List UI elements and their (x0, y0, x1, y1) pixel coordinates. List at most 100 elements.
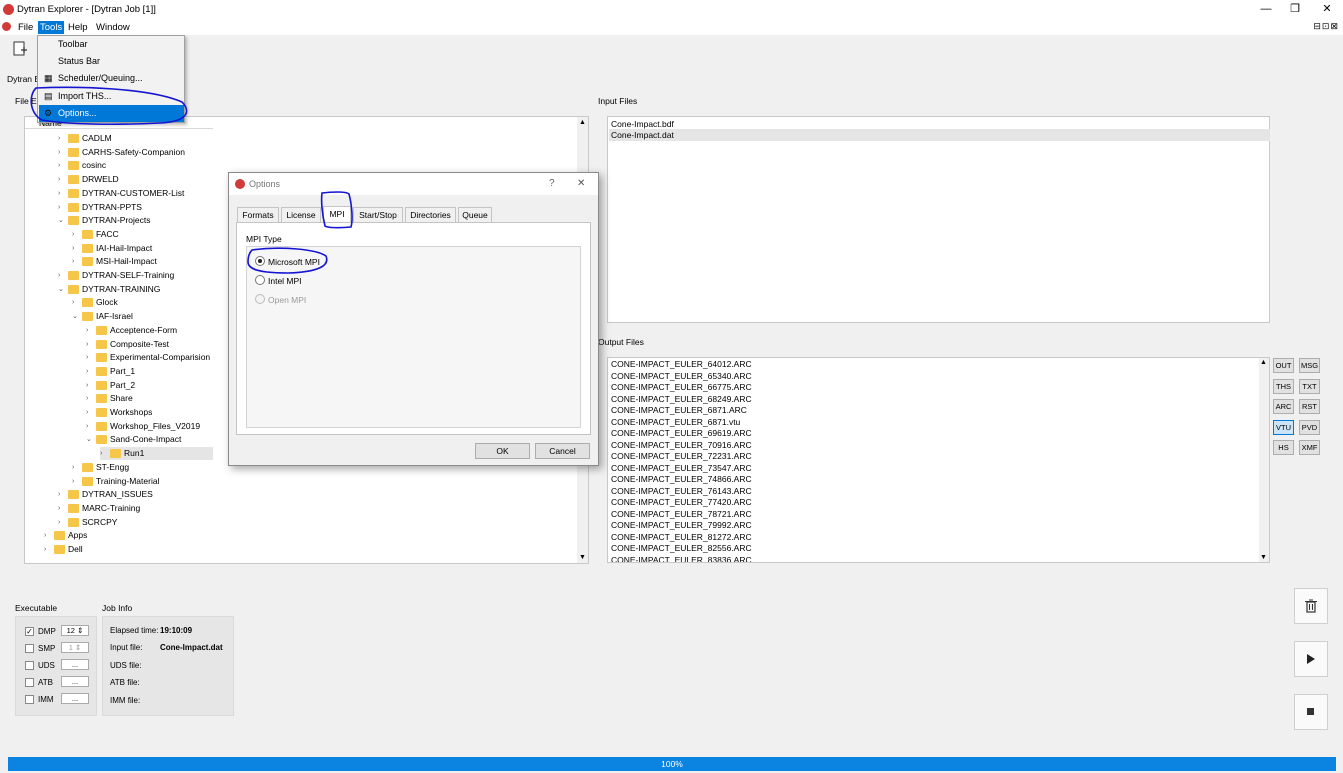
tree-item[interactable]: › Share (86, 392, 246, 405)
ok-button[interactable]: OK (475, 443, 530, 459)
tree-item[interactable]: › FACC (72, 228, 232, 241)
list-item[interactable]: CONE-IMPACT_EULER_79992.ARC (611, 520, 752, 532)
expand-arrow-icon[interactable]: › (72, 296, 80, 309)
smp-checkbox[interactable] (25, 644, 34, 653)
expand-arrow-icon[interactable]: › (86, 338, 94, 351)
filter-arc-button[interactable]: ARC (1273, 399, 1294, 414)
list-item[interactable]: CONE-IMPACT_EULER_65340.ARC (611, 371, 752, 383)
expand-arrow-icon[interactable]: › (86, 351, 94, 364)
scroll-up-icon[interactable]: ▲ (1260, 359, 1267, 366)
expand-arrow-icon[interactable]: › (58, 488, 66, 501)
filter-vtu-button[interactable]: VTU (1273, 419, 1294, 435)
list-item[interactable]: CONE-IMPACT_EULER_77420.ARC (611, 497, 752, 509)
list-item[interactable]: CONE-IMPACT_EULER_6871.vtu (611, 417, 740, 429)
tab-queue[interactable]: Queue (458, 207, 492, 222)
dmp-checkbox[interactable]: ✓ (25, 627, 34, 636)
expand-arrow-icon[interactable]: › (86, 392, 94, 405)
list-item[interactable]: CONE-IMPACT_EULER_78721.ARC (611, 509, 752, 521)
filter-out-button[interactable]: OUT (1273, 358, 1294, 373)
help-button[interactable]: ? (549, 178, 555, 189)
tree-item[interactable]: › Workshop_Files_V2019 (86, 420, 246, 433)
open-mpi-label[interactable]: Open MPI (268, 295, 306, 305)
menu-file[interactable]: File (16, 21, 35, 34)
expand-arrow-icon[interactable]: ⌄ (86, 433, 94, 446)
run-button[interactable] (1294, 641, 1328, 677)
expand-arrow-icon[interactable]: › (58, 159, 66, 172)
input-files-list[interactable]: Cone-Impact.bdf Cone-Impact.dat (607, 116, 1270, 323)
menu-item-options[interactable]: ⚙ Options... (39, 105, 184, 122)
filter-ths-button[interactable]: THS (1273, 378, 1294, 394)
tree-item[interactable]: ⌄ DYTRAN-TRAINING (58, 283, 218, 296)
expand-arrow-icon[interactable]: › (86, 324, 94, 337)
expand-arrow-icon[interactable]: › (44, 529, 52, 542)
tree-item[interactable]: › Training-Material (72, 475, 232, 488)
close-button[interactable]: ✕ (1317, 3, 1337, 17)
tree-item[interactable]: › MARC-Training (58, 502, 218, 515)
tree-item[interactable]: › Glock (72, 296, 232, 309)
tree-item[interactable]: ⌄ IAF-Israel (72, 310, 232, 323)
menu-window[interactable]: Window (94, 21, 132, 34)
atb-checkbox[interactable] (25, 678, 34, 687)
tree-item[interactable]: › DYTRAN_ISSUES (58, 488, 218, 501)
filter-xmf-button[interactable]: XMF (1299, 440, 1320, 455)
scroll-down-icon[interactable]: ▼ (579, 554, 586, 561)
list-item[interactable]: CONE-IMPACT_EULER_73547.ARC (611, 463, 752, 475)
new-job-icon[interactable] (12, 41, 28, 57)
uds-checkbox[interactable] (25, 661, 34, 670)
expand-arrow-icon[interactable]: › (72, 255, 80, 268)
tree-item[interactable]: › Apps (44, 529, 204, 542)
list-item[interactable]: CONE-IMPACT_EULER_76143.ARC (611, 486, 752, 498)
tree-item[interactable]: › Part_2 (86, 379, 246, 392)
list-item[interactable]: CONE-IMPACT_EULER_70916.ARC (611, 440, 752, 452)
dialog-close-button[interactable]: ✕ (577, 178, 585, 189)
tree-item[interactable]: › Part_1 (86, 365, 246, 378)
menu-item-toolbar[interactable]: Toolbar (39, 36, 184, 53)
microsoft-mpi-label[interactable]: Microsoft MPI (268, 257, 320, 267)
filter-pvd-button[interactable]: PVD (1299, 419, 1320, 435)
expand-arrow-icon[interactable]: › (72, 461, 80, 474)
restore-button[interactable]: ❐ (1285, 3, 1305, 17)
expand-arrow-icon[interactable]: ⌄ (58, 214, 66, 227)
expand-arrow-icon[interactable]: › (72, 228, 80, 241)
tab-start-stop[interactable]: Start/Stop (353, 207, 403, 222)
dmp-spinbox[interactable]: 12 ⇕ (61, 625, 89, 636)
expand-arrow-icon[interactable]: › (72, 242, 80, 255)
filter-msg-button[interactable]: MSG (1299, 358, 1320, 373)
list-item[interactable]: Cone-Impact.dat (609, 129, 1270, 141)
mdi-controls[interactable]: ⊟⊡⊠ (1313, 21, 1339, 32)
tab-formats[interactable]: Formats (237, 207, 279, 222)
list-item[interactable]: CONE-IMPACT_EULER_83836.ARC (611, 555, 752, 563)
microsoft-mpi-radio[interactable] (255, 256, 265, 266)
tree-item[interactable]: › DYTRAN-PPTS (58, 201, 218, 214)
minimize-button[interactable]: — (1256, 3, 1276, 17)
list-item[interactable]: CONE-IMPACT_EULER_66775.ARC (611, 382, 752, 394)
tree-item[interactable]: › cosinc (58, 159, 218, 172)
tree-item[interactable]: › Workshops (86, 406, 246, 419)
tab-license[interactable]: License (281, 207, 321, 222)
scroll-up-icon[interactable]: ▲ (579, 119, 586, 126)
intel-mpi-radio[interactable] (255, 275, 265, 285)
tree-item[interactable]: ⌄ DYTRAN-Projects (58, 214, 218, 227)
open-mpi-radio[interactable] (255, 294, 265, 304)
uds-browse-button[interactable]: ... (61, 659, 89, 670)
tree-item[interactable]: › DRWELD (58, 173, 218, 186)
expand-arrow-icon[interactable]: › (58, 269, 66, 282)
expand-arrow-icon[interactable]: › (58, 516, 66, 529)
tree-item[interactable]: › CADLM (58, 132, 218, 145)
list-item[interactable]: CONE-IMPACT_EULER_6871.ARC (611, 405, 747, 417)
imm-browse-button[interactable]: ... (61, 693, 89, 704)
expand-arrow-icon[interactable]: › (86, 420, 94, 433)
expand-arrow-icon[interactable]: › (58, 132, 66, 145)
tree-item[interactable]: › Composite-Test (86, 338, 246, 351)
expand-arrow-icon[interactable]: › (72, 475, 80, 488)
expand-arrow-icon[interactable]: › (58, 201, 66, 214)
imm-checkbox[interactable] (25, 695, 34, 704)
expand-arrow-icon[interactable]: › (58, 502, 66, 515)
filter-txt-button[interactable]: TXT (1299, 378, 1320, 394)
expand-arrow-icon[interactable]: › (86, 406, 94, 419)
tree-item[interactable]: › IAI-Hail-Impact (72, 242, 232, 255)
tree-item[interactable]: › SCRCPY (58, 516, 218, 529)
menu-tools[interactable]: Tools (38, 21, 65, 34)
stop-button[interactable] (1294, 694, 1328, 730)
expand-arrow-icon[interactable]: › (58, 146, 66, 159)
